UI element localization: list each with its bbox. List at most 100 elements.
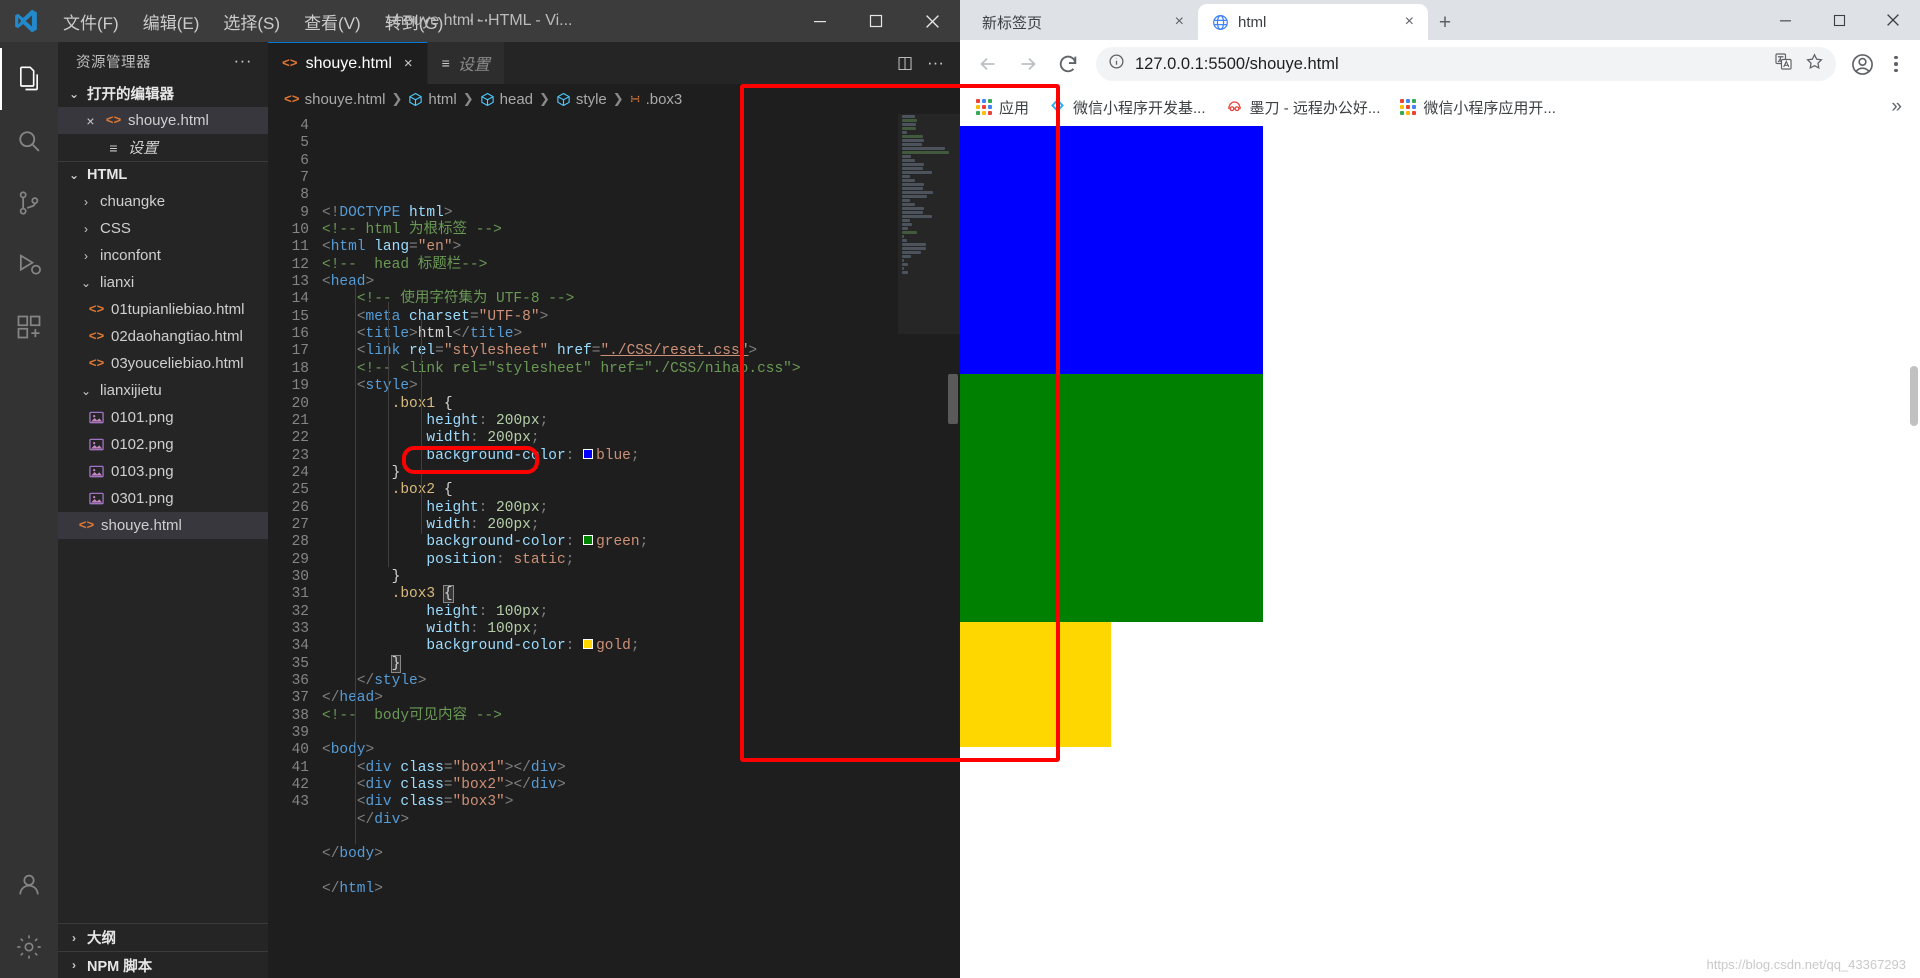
activity-settings-gear-icon[interactable]	[0, 916, 58, 978]
tree-item-03youceliebiao[interactable]: <> 03youceliebiao.html	[58, 350, 268, 377]
code-line[interactable]: <meta charset="UTF-8">	[322, 309, 960, 326]
code-line[interactable]: <body>	[322, 742, 960, 759]
open-editor-shouye-html[interactable]: × <> shouye.html	[58, 107, 268, 134]
breadcrumb-item-html[interactable]: html	[408, 91, 457, 108]
tab-shouye-html[interactable]: <> shouye.html ×	[268, 42, 428, 84]
code-line[interactable]: <!-- html 为根标签 -->	[322, 222, 960, 239]
menu-overflow-icon[interactable]: ···	[456, 8, 502, 34]
profile-avatar-icon[interactable]	[1846, 48, 1878, 80]
bookmark-modao[interactable]: 墨刀 - 远程办公好...	[1218, 92, 1389, 123]
menu-select[interactable]: 选择(S)	[212, 5, 291, 38]
address-bar[interactable]: 127.0.0.1:5500/shouye.html	[1096, 47, 1836, 81]
code-content[interactable]: <!DOCTYPE html> <!-- html 为根标签 --> <html l…	[322, 114, 960, 978]
code-line[interactable]: </body>	[322, 846, 960, 863]
code-line[interactable]: background-color: green;	[322, 534, 960, 551]
section-open-editors[interactable]: ⌄ 打开的编辑器	[58, 80, 268, 107]
chevron-down-icon[interactable]: ⌄	[78, 276, 94, 290]
back-button-icon[interactable]	[970, 46, 1006, 82]
activity-source-control-icon[interactable]	[0, 172, 58, 234]
star-icon[interactable]	[1805, 52, 1824, 76]
chrome-new-tab-button[interactable]: +	[1428, 6, 1462, 40]
code-line[interactable]: background-color: blue;	[322, 448, 960, 465]
code-line[interactable]: <head>	[322, 274, 960, 291]
chevron-right-icon[interactable]: ›	[78, 195, 94, 209]
code-line[interactable]: .box1 {	[322, 396, 960, 413]
menu-goto[interactable]: 转到(G)	[374, 5, 455, 38]
code-line[interactable]	[322, 829, 960, 846]
activity-extensions-icon[interactable]	[0, 296, 58, 358]
code-editor[interactable]: 4 5 6 7 8 9 10 11 12 13 14 15 16 17 18 19 20 21 22 23 24 25 26…	[268, 114, 960, 978]
bookmark-wechat-apps[interactable]: 微信小程序应用开...	[1392, 92, 1564, 123]
code-line[interactable]: <!-- <link rel="stylesheet" href="./CSS/…	[322, 361, 960, 378]
tree-item-chuangke[interactable]: › chuangke	[58, 188, 268, 215]
activity-account-icon[interactable]	[0, 854, 58, 916]
chrome-tab-close-icon[interactable]: ×	[1405, 14, 1414, 30]
code-line[interactable]: position: static;	[322, 552, 960, 569]
code-line[interactable]: height: 100px;	[322, 604, 960, 621]
tree-item-css[interactable]: › CSS	[58, 215, 268, 242]
section-outline[interactable]: › 大纲	[58, 924, 268, 951]
chevron-right-icon[interactable]: ›	[66, 931, 82, 945]
tree-item-lianxi[interactable]: ⌄ lianxi	[58, 269, 268, 296]
code-line[interactable]: </head>	[322, 690, 960, 707]
code-line[interactable]: <style>	[322, 378, 960, 395]
code-line[interactable]	[322, 725, 960, 742]
chrome-maximize-button[interactable]	[1812, 0, 1866, 40]
explorer-more-icon[interactable]: ···	[234, 51, 252, 71]
code-line[interactable]: <!-- 使用字符集为 UTF-8 -->	[322, 291, 960, 308]
chrome-tab-close-icon[interactable]: ×	[1175, 14, 1184, 30]
page-viewport[interactable]: https://blog.csdn.net/qq_43367293	[960, 126, 1920, 978]
kebab-menu-icon[interactable]	[1882, 55, 1910, 73]
activity-explorer-icon[interactable]	[0, 48, 58, 110]
vscode-menubar[interactable]: 文件(F) 编辑(E) 选择(S) 查看(V) 转到(G) ···	[52, 5, 502, 38]
chevron-down-icon[interactable]: ⌄	[66, 87, 82, 101]
code-line[interactable]: <div class="box2"></div>	[322, 777, 960, 794]
close-icon[interactable]: ×	[82, 113, 99, 129]
tree-item-01tupianliebiao[interactable]: <> 01tupianliebiao.html	[58, 296, 268, 323]
breadcrumb-item-file[interactable]: <> shouye.html	[284, 91, 385, 108]
url-text[interactable]: 127.0.0.1:5500/shouye.html	[1135, 55, 1764, 74]
translate-icon[interactable]	[1774, 52, 1793, 76]
tab-settings[interactable]: ≡ 设置	[427, 42, 505, 84]
code-line[interactable]: width: 200px;	[322, 430, 960, 447]
code-line[interactable]: height: 200px;	[322, 413, 960, 430]
tree-item-02daohangtiao[interactable]: <> 02daohangtiao.html	[58, 323, 268, 350]
code-line[interactable]: </div>	[322, 812, 960, 829]
chevron-down-icon[interactable]: ⌄	[66, 168, 82, 182]
code-line[interactable]: .box2 {	[322, 482, 960, 499]
code-line[interactable]: <!-- body可见内容 -->	[322, 708, 960, 725]
code-line[interactable]: width: 200px;	[322, 517, 960, 534]
tree-item-shouye-html[interactable]: <> shouye.html	[58, 512, 268, 539]
chrome-tab-newtab[interactable]: 新标签页 ×	[968, 4, 1198, 40]
chrome-tab-html[interactable]: html ×	[1198, 4, 1428, 40]
chrome-minimize-button[interactable]	[1758, 0, 1812, 40]
code-line[interactable]: }	[322, 654, 960, 673]
chevron-right-icon[interactable]: ›	[78, 249, 94, 263]
code-line[interactable]: </html>	[322, 881, 960, 898]
code-line[interactable]: height: 200px;	[322, 500, 960, 517]
page-scrollbar-thumb[interactable]	[1910, 366, 1918, 426]
chevron-right-icon[interactable]: ›	[78, 222, 94, 236]
code-line[interactable]: </style>	[322, 673, 960, 690]
code-line[interactable]: <!-- head 标题栏-->	[322, 257, 960, 274]
chrome-close-button[interactable]	[1866, 0, 1920, 40]
editor-scrollbar-thumb[interactable]	[948, 374, 958, 424]
breadcrumb-item-head[interactable]: head	[480, 91, 533, 108]
vscode-maximize-button[interactable]	[848, 0, 904, 42]
breadcrumb-item-style[interactable]: style	[556, 91, 607, 108]
menu-file[interactable]: 文件(F)	[52, 5, 130, 38]
code-line[interactable]: <div class="box1"></div>	[322, 760, 960, 777]
bookmark-wechat-devtools[interactable]: 微信小程序开发基...	[1041, 92, 1214, 123]
tree-item-0301-png[interactable]: 0301.png	[58, 485, 268, 512]
activity-run-debug-icon[interactable]	[0, 234, 58, 296]
vscode-minimize-button[interactable]	[792, 0, 848, 42]
code-line[interactable]: <!DOCTYPE html>	[322, 205, 960, 222]
code-line[interactable]: <link rel="stylesheet" href="./CSS/reset…	[322, 343, 960, 360]
site-info-icon[interactable]	[1108, 53, 1125, 75]
vscode-close-button[interactable]	[904, 0, 960, 42]
activity-search-icon[interactable]	[0, 110, 58, 172]
more-actions-icon[interactable]: ···	[927, 53, 944, 73]
code-line[interactable]: }	[322, 465, 960, 482]
reload-button-icon[interactable]	[1050, 46, 1086, 82]
code-line[interactable]	[322, 864, 960, 881]
